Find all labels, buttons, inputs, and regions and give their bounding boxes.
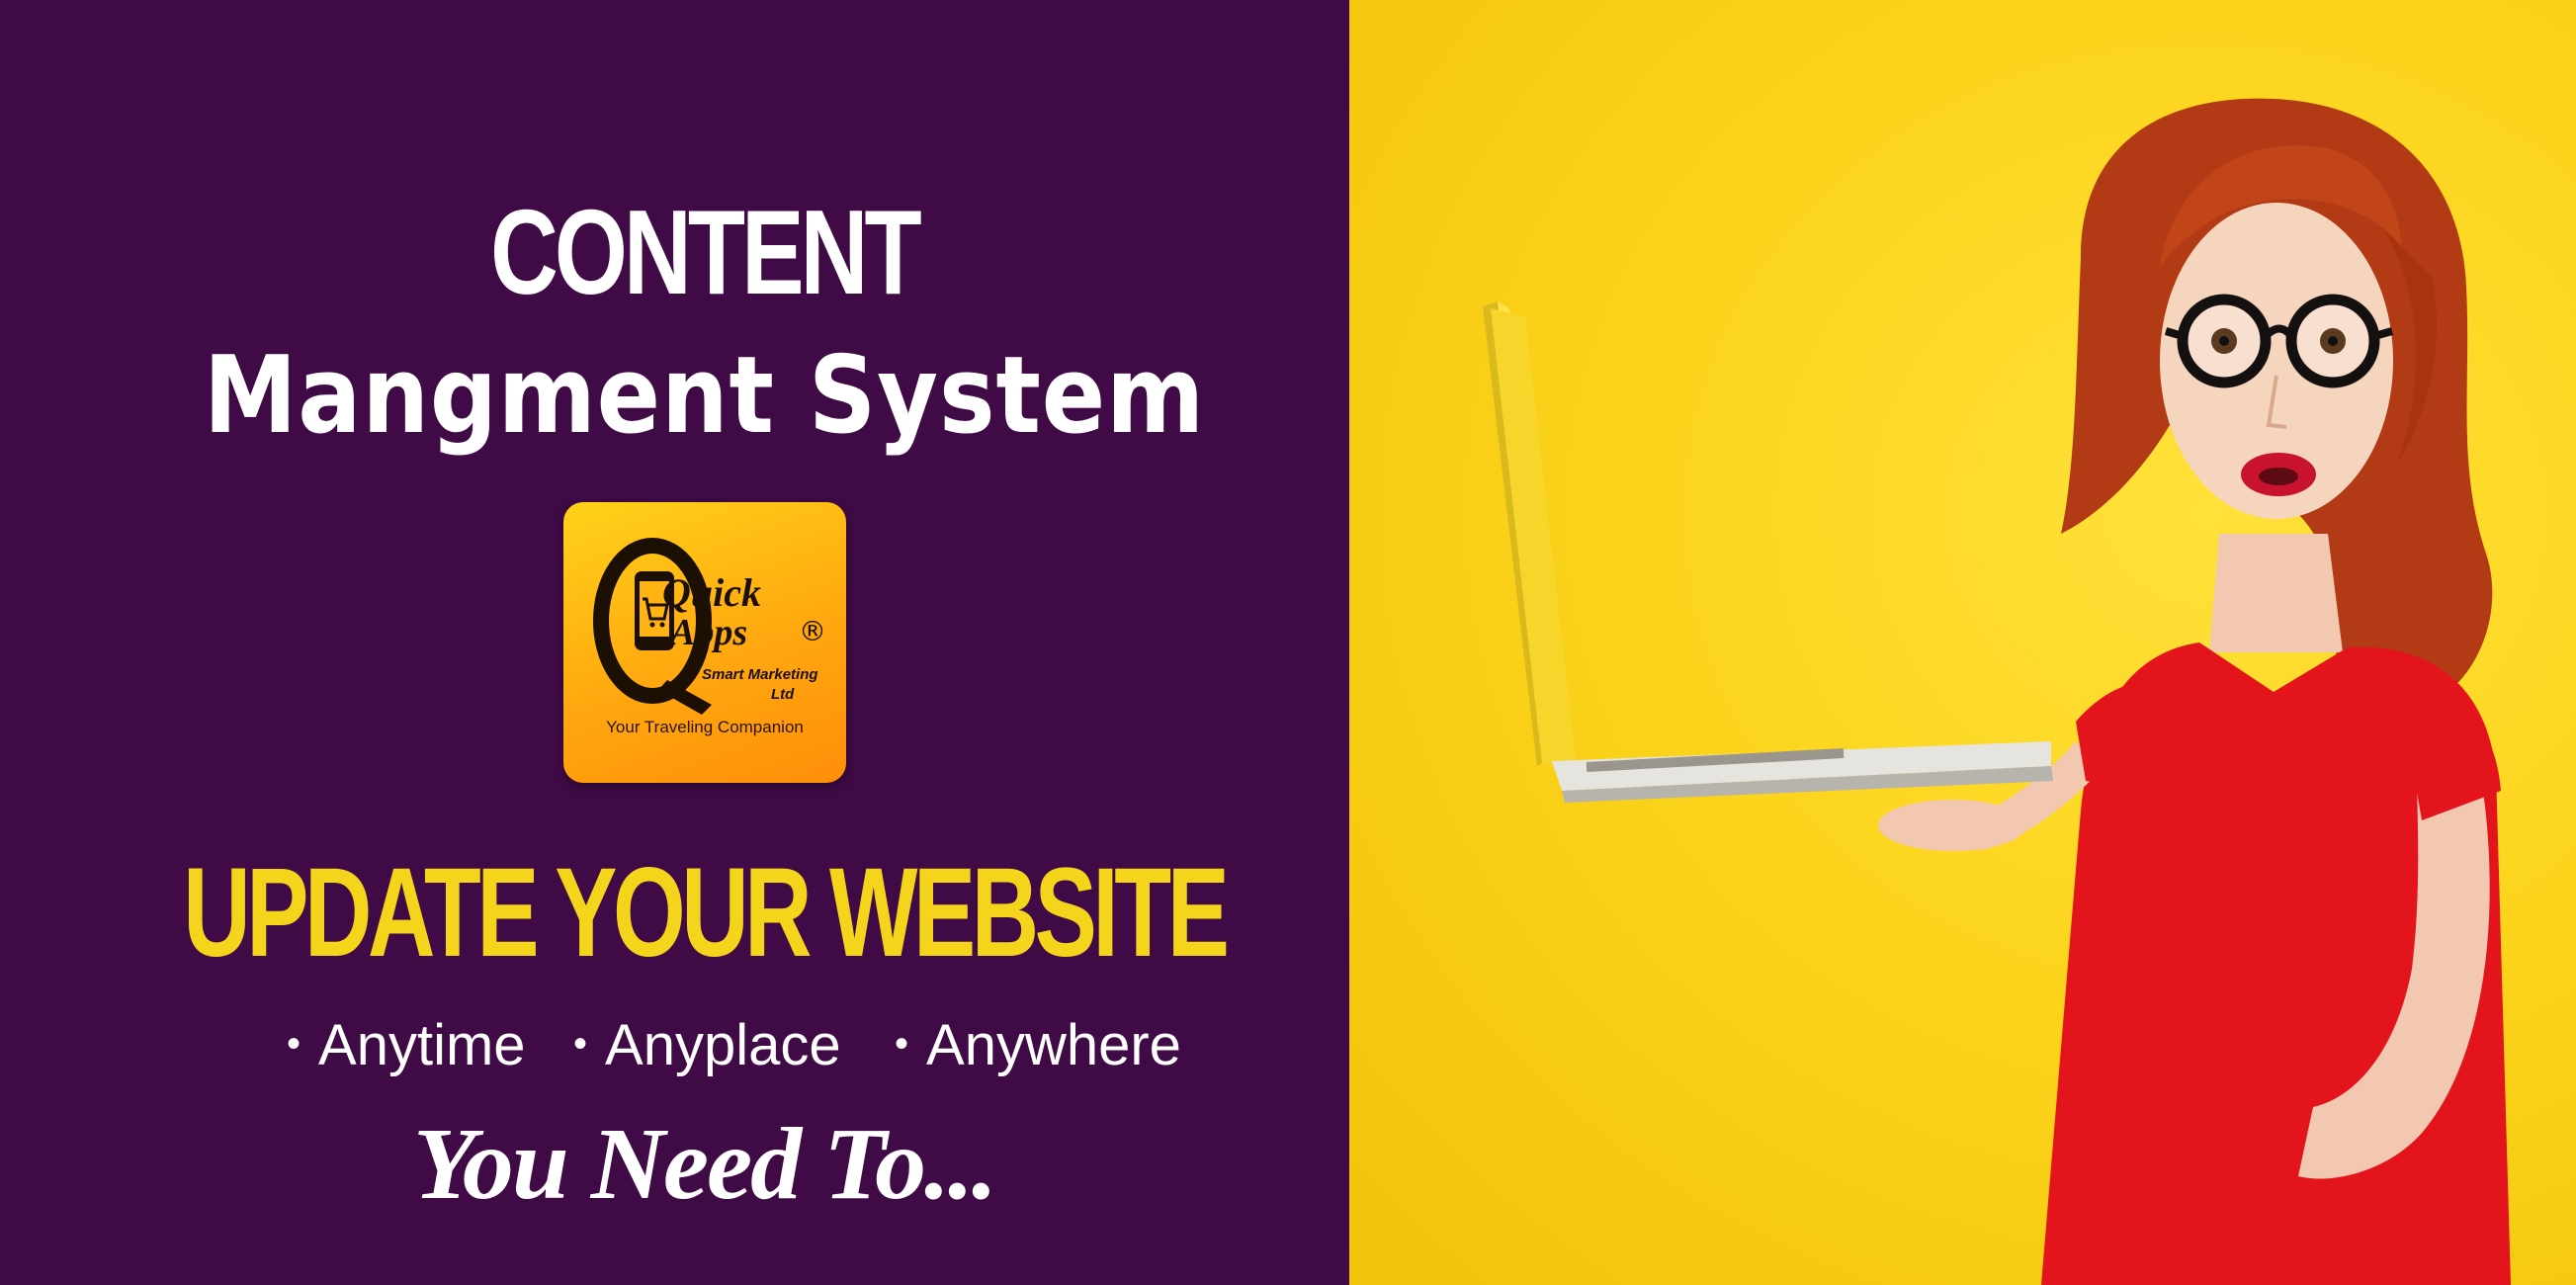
closing-tagline: You Need To... [412,1107,997,1221]
update-website-title: UPDATE YOUR WEBSITE [183,842,1230,984]
bullet-item: • Anyplace [573,1013,841,1077]
bullet-item-label: Anyplace [605,1013,841,1077]
headline-content: CONTENT [490,185,922,319]
bullet-list: • Anytime • Anyplace • Anywhere [287,1012,1236,1081]
logo-company-line1: Smart Marketing [702,666,818,683]
photo-panel [1349,0,2576,1285]
woman-with-laptop-photo [1483,98,2511,1285]
logo-tagline: Your Traveling Companion [606,718,804,736]
headline-cms: Mangment System [203,334,1206,458]
bullet-item: • Anywhere [895,1013,1181,1077]
logo-company-line2: Ltd [771,686,795,703]
logo-registered-mark: ® [799,615,826,647]
logo-apps-text: Apps [670,612,748,653]
left-panel: CONTENT Mangment System Quick Apps ® Sma… [0,0,1349,1285]
bullet-item-label: Anywhere [926,1013,1181,1077]
bullet-item-label: Anytime [318,1013,526,1077]
bullet-item: • Anytime [287,1013,526,1077]
logo-quick-text: Quick [662,570,761,615]
quick-apps-logo: Quick Apps ® Smart Marketing Ltd Your Tr… [563,502,846,783]
